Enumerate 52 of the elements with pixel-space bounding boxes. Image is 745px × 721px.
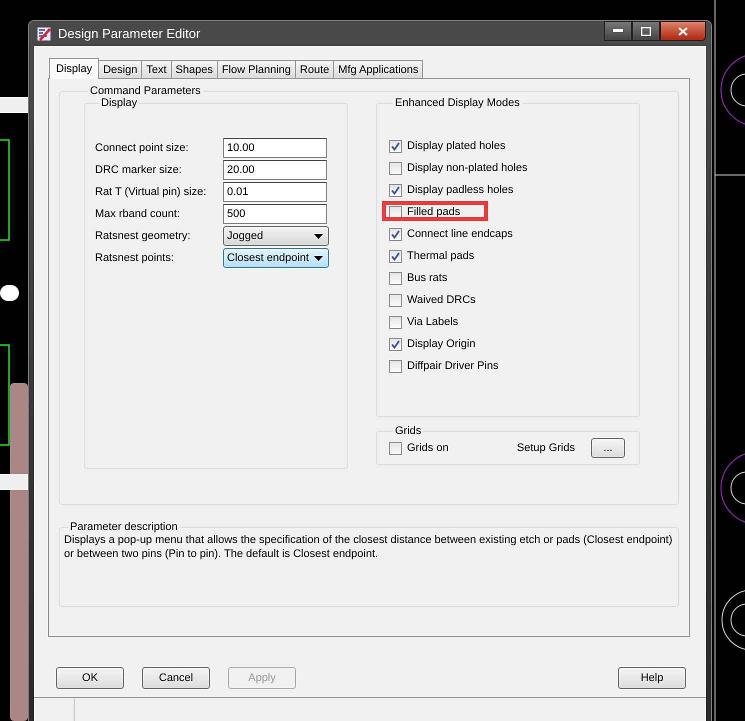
group-title: Display [100, 97, 138, 109]
maximize-icon [641, 26, 651, 36]
dropdown[interactable]: Closest endpoint [223, 248, 329, 268]
setup-grids-button[interactable]: ... [591, 438, 625, 458]
field-label: Max rband count: [95, 208, 181, 220]
group-title: Command Parameters [89, 85, 202, 97]
tab[interactable]: Display [49, 58, 100, 79]
field-label: Rat T (Virtual pin) size: [95, 186, 208, 198]
group-title: Grids [394, 425, 422, 437]
checkbox[interactable]: Display non-plated holes [389, 162, 528, 174]
checkbox[interactable]: Display Origin [389, 338, 476, 350]
app-icon [36, 26, 52, 42]
setup-grids-label: Setup Grids [516, 442, 575, 454]
dropdown[interactable]: Jogged [223, 226, 329, 246]
input-field[interactable]: 0.01 [223, 182, 327, 202]
field-label: Ratsnest points: [95, 252, 175, 264]
close-icon [678, 26, 688, 36]
checkbox[interactable]: Connect line endcaps [389, 228, 513, 240]
group-title: Enhanced Display Modes [394, 97, 521, 109]
checkbox[interactable]: Waived DRCs [389, 294, 476, 306]
dialog-button[interactable]: Cancel [142, 667, 210, 689]
caret-icon [314, 256, 323, 260]
checkbox[interactable]: Bus rats [389, 272, 448, 284]
input-field[interactable]: 20.00 [223, 160, 327, 180]
minimize-icon [613, 29, 623, 33]
checkbox[interactable]: Grids on [389, 442, 449, 454]
group-title: Parameter description [69, 521, 179, 533]
dialog-button[interactable]: OK [56, 667, 124, 689]
field-label: DRC marker size: [95, 164, 183, 176]
field-label: Connect point size: [95, 142, 190, 154]
window-title: Design Parameter Editor [58, 26, 200, 41]
description-text: Displays a pop-up menu that allows the specification of the closest distance between existing etch or pads (Closest endpoint) or between two pins (Pin to pin). The default is Closest endpoint. [64, 533, 674, 561]
input-field[interactable]: 10.00 [223, 138, 327, 158]
checkbox[interactable]: Display padless holes [389, 184, 514, 196]
tab[interactable]: Text [141, 60, 172, 78]
field-label: Ratsnest geometry: [95, 230, 192, 242]
checkbox[interactable]: Filled pads [389, 206, 460, 218]
tab[interactable]: Flow Planning [216, 60, 296, 78]
checkbox[interactable]: Thermal pads [389, 250, 474, 262]
minimize-button[interactable] [604, 21, 632, 41]
checkbox[interactable]: Display plated holes [389, 140, 506, 152]
input-field[interactable]: 500 [223, 204, 327, 224]
checkbox[interactable]: Via Labels [389, 316, 458, 328]
tab[interactable]: Shapes [170, 60, 218, 78]
tab[interactable]: Route [294, 60, 334, 78]
close-button[interactable] [660, 21, 706, 41]
caret-icon [314, 234, 323, 238]
checkbox[interactable]: Diffpair Driver Pins [389, 360, 498, 372]
tab[interactable]: Design [98, 60, 142, 78]
help-button[interactable]: Help [618, 667, 686, 689]
tab[interactable]: Mfg Applications [333, 60, 424, 78]
maximize-button[interactable] [632, 21, 660, 41]
